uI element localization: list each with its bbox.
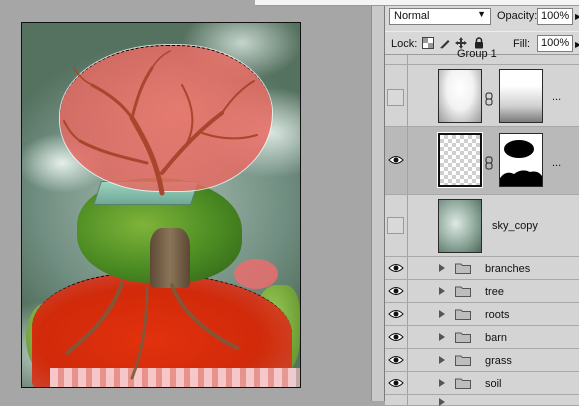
lock-label: Lock: <box>391 38 418 50</box>
eye-icon[interactable] <box>388 377 404 389</box>
column-separator <box>407 280 408 302</box>
layer-name: grass <box>485 355 512 367</box>
layer-row-adjustment[interactable]: ... <box>385 65 579 127</box>
expand-triangle-icon[interactable] <box>439 287 445 295</box>
more-indicator: ... <box>552 157 562 169</box>
eye-icon[interactable] <box>388 154 404 166</box>
layer-row-next[interactable] <box>385 395 579 406</box>
fill-slider-arrow-icon[interactable]: ▶ <box>575 40 579 49</box>
column-separator <box>407 65 408 126</box>
lock-image-pixels-icon[interactable] <box>439 37 451 49</box>
expand-triangle-icon[interactable] <box>439 264 445 272</box>
link-chain-icon[interactable] <box>485 92 493 106</box>
folder-icon <box>455 355 471 366</box>
column-separator <box>407 326 408 348</box>
panel-top-bar <box>255 0 579 6</box>
layer-mask-thumbnail[interactable] <box>499 69 543 123</box>
link-chain-icon[interactable] <box>485 156 493 170</box>
expand-triangle-icon[interactable] <box>439 333 445 341</box>
layer-name: sky_copy <box>492 220 538 232</box>
eye-icon[interactable] <box>388 354 404 366</box>
layer-thumbnail[interactable] <box>438 69 482 123</box>
column-separator <box>407 395 408 405</box>
layer-name: soil <box>485 378 502 390</box>
folder-icon <box>455 309 471 320</box>
layer-row-tree[interactable]: tree <box>385 280 579 303</box>
expand-triangle-icon[interactable] <box>439 379 445 387</box>
lock-transparency-icon[interactable] <box>422 37 434 49</box>
blend-options-row: Normal ▼ Opacity: 100% ▶ <box>385 7 579 29</box>
opacity-label: Opacity: <box>497 10 538 22</box>
column-separator <box>407 55 408 64</box>
folder-icon <box>455 263 471 274</box>
column-separator <box>407 372 408 394</box>
layer-name: branches <box>485 263 531 275</box>
fill-input[interactable]: 100% <box>537 35 573 52</box>
column-separator <box>407 257 408 279</box>
layer-row-soil[interactable]: soil <box>385 372 579 395</box>
eye-icon[interactable] <box>388 262 404 274</box>
document-canvas-area[interactable] <box>0 0 371 401</box>
column-separator <box>407 127 408 194</box>
visibility-toggle[interactable] <box>387 217 404 234</box>
expand-triangle-icon[interactable] <box>439 356 445 364</box>
document-image[interactable] <box>21 22 301 388</box>
expand-triangle-icon[interactable] <box>439 398 445 406</box>
blend-mode-select[interactable]: Normal ▼ <box>389 8 491 25</box>
panel-divider <box>371 0 385 401</box>
opacity-input[interactable]: 100% <box>537 8 573 25</box>
group-name: Group 1 <box>457 48 497 60</box>
layer-row-barn[interactable]: barn <box>385 326 579 349</box>
layer-row-branches[interactable]: branches <box>385 257 579 280</box>
layer-row-sky-copy[interactable]: sky_copy <box>385 195 579 257</box>
layer-thumbnail[interactable] <box>437 132 483 188</box>
column-separator <box>407 195 408 256</box>
layer-row-roots[interactable]: roots <box>385 303 579 326</box>
layer-thumbnail[interactable] <box>438 199 482 253</box>
layer-row-group[interactable]: Group 1 <box>385 48 579 65</box>
folder-icon <box>455 332 471 343</box>
expand-triangle-icon[interactable] <box>439 310 445 318</box>
eye-icon[interactable] <box>388 308 404 320</box>
folder-icon <box>455 378 471 389</box>
column-separator <box>407 349 408 371</box>
layer-row-grass[interactable]: grass <box>385 349 579 372</box>
chevron-down-icon: ▼ <box>477 9 486 19</box>
visibility-toggle[interactable] <box>387 89 404 106</box>
eye-icon[interactable] <box>388 331 404 343</box>
layer-list: Group 1 ... ... sky_copy branches tree r… <box>385 48 579 406</box>
layer-name: tree <box>485 286 504 298</box>
more-indicator: ... <box>552 91 562 103</box>
fill-label: Fill: <box>513 38 531 50</box>
folder-icon <box>455 286 471 297</box>
blend-mode-value: Normal <box>394 10 430 22</box>
layer-name: roots <box>485 309 510 321</box>
column-separator <box>407 303 408 325</box>
layer-row-selected[interactable]: ... <box>385 127 579 195</box>
layer-mask-thumbnail[interactable] <box>499 133 543 187</box>
opacity-slider-arrow-icon[interactable]: ▶ <box>575 12 579 21</box>
layer-name: barn <box>485 332 508 344</box>
eye-icon[interactable] <box>388 285 404 297</box>
tree-branches-drawing <box>63 50 258 380</box>
layers-panel: Normal ▼ Opacity: 100% ▶ Lock: Fill: 100… <box>255 0 579 406</box>
